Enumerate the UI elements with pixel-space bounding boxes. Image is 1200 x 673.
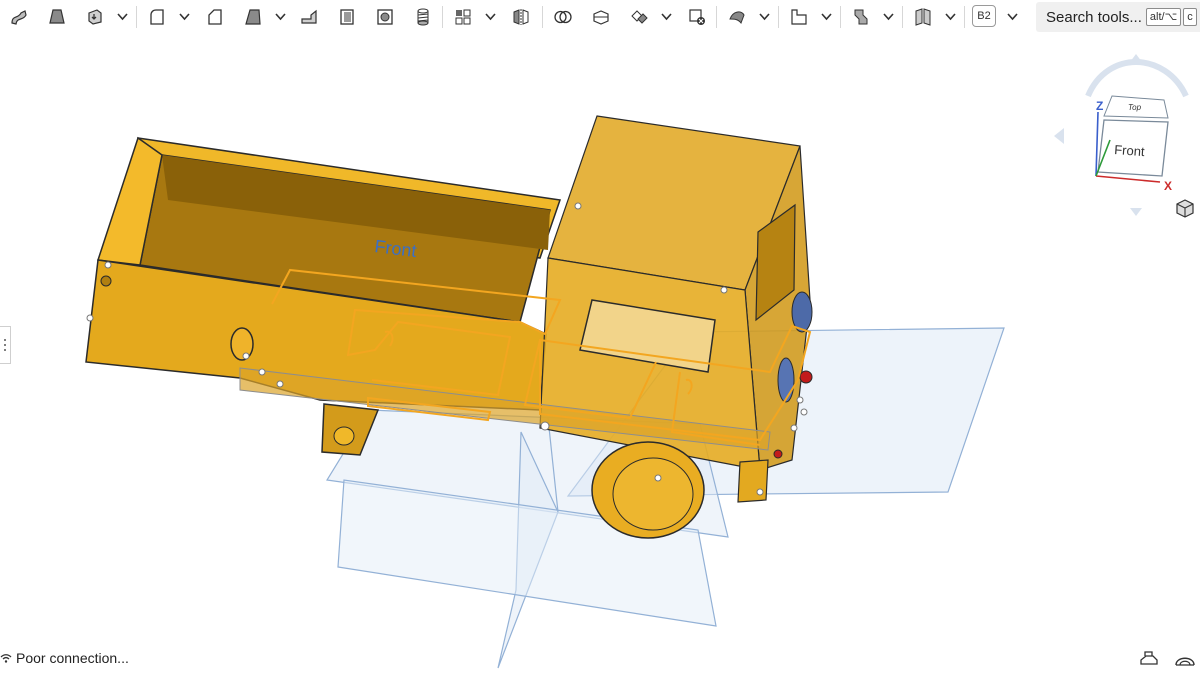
toolbar-separator	[442, 6, 443, 28]
search-tools-input[interactable]: Search tools... alt/⌥ c	[1036, 2, 1200, 32]
x-axis-line	[1095, 175, 1161, 183]
rib-icon[interactable]	[296, 5, 322, 29]
view-cube-arrow-up[interactable]	[1130, 54, 1142, 62]
x-axis-label: X	[1164, 179, 1172, 193]
plane-dropdown-chevron-icon[interactable]	[820, 9, 832, 25]
wheel-hub[interactable]	[612, 457, 694, 531]
surface-dropdown-chevron-icon[interactable]	[758, 9, 770, 25]
frame-icon[interactable]	[910, 5, 936, 29]
thread-icon[interactable]	[410, 5, 436, 29]
toolbar-separator	[716, 6, 717, 28]
boolean-icon[interactable]	[550, 5, 576, 29]
frame-dropdown-chevron-icon[interactable]	[944, 9, 956, 25]
search-shortcut-key-c: c	[1183, 8, 1197, 26]
sweep-icon[interactable]	[6, 5, 32, 29]
chamfer-icon[interactable]	[202, 5, 228, 29]
z-axis-label: Z	[1096, 99, 1103, 113]
plane-icon[interactable]	[786, 5, 812, 29]
toolbar-separator	[840, 6, 841, 28]
rear-support-hole[interactable]	[333, 426, 355, 446]
view-cube-arrow-down[interactable]	[1130, 208, 1142, 216]
surface-icon[interactable]	[724, 5, 750, 29]
loft-icon[interactable]	[44, 5, 70, 29]
search-shortcut-key-alt: alt/⌥	[1145, 8, 1182, 26]
front-support[interactable]	[737, 459, 769, 503]
view-cube-top-label: Top	[1128, 103, 1142, 112]
toolbar-separator	[964, 6, 965, 28]
bed-hole[interactable]	[100, 275, 112, 287]
mirror-icon[interactable]	[508, 5, 534, 29]
toolbar-separator	[542, 6, 543, 28]
search-tools-placeholder: Search tools...	[1046, 8, 1142, 26]
toolbar-separator	[136, 6, 137, 28]
toolbar-separator	[902, 6, 903, 28]
thicken-icon[interactable]	[82, 5, 108, 29]
view-cube-rotate-arc[interactable]	[1085, 58, 1189, 98]
split-icon[interactable]	[588, 5, 614, 29]
transform-dropdown-chevron-icon[interactable]	[660, 9, 672, 25]
tail-light-red[interactable]	[799, 370, 813, 384]
render-mode-icon[interactable]	[1174, 648, 1196, 668]
b2-label: B2	[977, 10, 991, 22]
sheet-metal-icon[interactable]	[848, 5, 874, 29]
delete-part-icon[interactable]	[684, 5, 710, 29]
pattern-dropdown-chevron-icon[interactable]	[484, 9, 496, 25]
shell-icon[interactable]	[334, 5, 360, 29]
thicken-dropdown-chevron-icon[interactable]	[116, 9, 128, 25]
wifi-icon	[0, 654, 12, 663]
view-cube[interactable]: Top Front Z X	[1054, 54, 1189, 216]
feature-list-toggle-icon[interactable]	[0, 326, 11, 364]
tail-light-red-lower[interactable]	[773, 449, 783, 459]
3d-viewport[interactable]: Front Top Front Z X	[0, 34, 1200, 670]
toolbar-separator	[778, 6, 779, 28]
custom-feature-dropdown-chevron-icon[interactable]	[1006, 9, 1018, 25]
transform-icon[interactable]	[626, 5, 652, 29]
hole-icon[interactable]	[372, 5, 398, 29]
linear-pattern-icon[interactable]	[450, 5, 476, 29]
headlight-blue-lower[interactable]	[777, 357, 795, 403]
view-cube-front-label: Front	[1114, 142, 1146, 159]
draft-dropdown-chevron-icon[interactable]	[274, 9, 286, 25]
fillet-dropdown-chevron-icon[interactable]	[178, 9, 190, 25]
draft-icon[interactable]	[240, 5, 266, 29]
view-cube-menu-icon[interactable]	[1174, 197, 1196, 219]
measure-icon[interactable]	[1138, 648, 1160, 668]
connection-status-text: Poor connection...	[16, 650, 129, 666]
toolbar: B2 Search tools... alt/⌥ c	[0, 0, 1200, 34]
custom-feature-b2-button[interactable]: B2	[972, 5, 996, 27]
fillet-icon[interactable]	[144, 5, 170, 29]
connection-status: Poor connection...	[0, 648, 129, 668]
z-axis-line	[1095, 111, 1099, 177]
sheet-metal-dropdown-chevron-icon[interactable]	[882, 9, 894, 25]
view-cube-arrow-left[interactable]	[1054, 128, 1064, 144]
side-peg[interactable]	[230, 327, 254, 361]
